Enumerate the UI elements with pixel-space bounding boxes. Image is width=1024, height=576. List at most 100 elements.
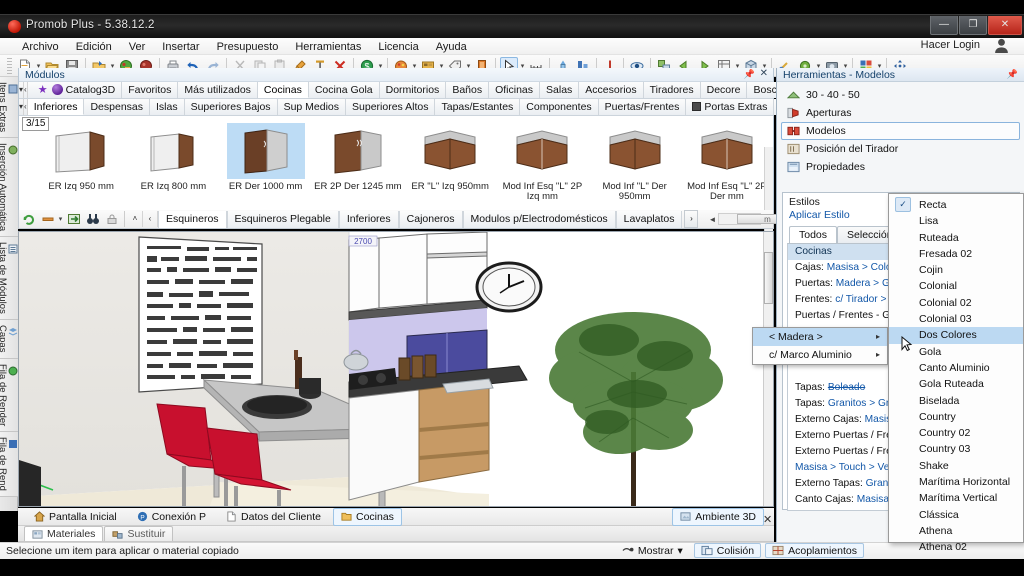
pin-icon[interactable]: 📌 (1007, 69, 1018, 80)
style-item-gola-ruteada[interactable]: Gola Ruteada (889, 376, 1023, 392)
style-item-dos-colores[interactable]: Dos Colores (889, 327, 1023, 343)
category-tab-cocinas[interactable]: Cocinas (258, 82, 309, 98)
close-document-icon[interactable]: ✕ (763, 513, 772, 526)
subcategory-tab-sup-medios[interactable]: Sup Medios (278, 99, 346, 115)
style-item-country[interactable]: Country (889, 409, 1023, 425)
category-tab-banos[interactable]: Baños (446, 82, 489, 98)
estilos-row-value[interactable]: Boleado (828, 382, 865, 393)
style-item-athena-02[interactable]: Athena 02 (889, 539, 1023, 555)
subcategory-tab-tapas-estantes[interactable]: Tapas/Estantes (435, 99, 520, 115)
context-menu-item-madera[interactable]: < Madera > ▸ (753, 328, 887, 346)
style-item-canto-aluminio[interactable]: Canto Aluminio (889, 360, 1023, 376)
subcategory-tab-puertas-frentes[interactable]: Puertas/Frentes (599, 99, 687, 115)
doc-tab-conexion-p[interactable]: P Conexión P (129, 508, 214, 526)
module-thumbnail[interactable]: ER Izq 800 mm (127, 116, 219, 211)
estilos-row-value[interactable]: Masisa > Touch > Verti (795, 462, 898, 473)
category-tab-decore[interactable]: Decore (701, 82, 748, 98)
style-item-country-03[interactable]: Country 03 (889, 441, 1023, 457)
subtabs-up-arrow[interactable]: ˄ (128, 211, 143, 227)
subcategory-tab-superiores-bajos[interactable]: Superiores Bajos (185, 99, 278, 115)
menu-item-archivo[interactable]: Archivo (14, 39, 67, 55)
sidebar-item-itens-extras[interactable]: Itens Extras (0, 77, 18, 138)
module-thumbnail-selected[interactable]: ER Der 1000 mm (220, 116, 312, 211)
viewport-scroll-thumb[interactable] (764, 252, 773, 304)
toolbar-grip[interactable] (7, 58, 12, 74)
subtab-esquineros[interactable]: Esquineros (158, 211, 227, 228)
sidebar-item-capas[interactable]: Capas (0, 320, 18, 358)
menu-item-presupuesto[interactable]: Presupuesto (209, 39, 287, 55)
subtabs-horizontal-scrollbar[interactable]: ◄ m ► (706, 213, 773, 226)
estilos-tab-todos[interactable]: Todos (789, 226, 837, 243)
module-thumbnail[interactable]: Mod Inf Esq "L" 2P Der mm (681, 116, 773, 211)
login-label[interactable]: Hacer Login (921, 39, 980, 51)
maximize-button[interactable]: ❐ (959, 16, 987, 35)
subtab-inferiores[interactable]: Inferiores (339, 211, 399, 228)
lock-icon[interactable] (103, 211, 120, 228)
menu-item-licencia[interactable]: Licencia (370, 39, 426, 55)
style-item-cojin[interactable]: Cojin (889, 262, 1023, 278)
sidebar-item-lista-de-modulos[interactable]: Lista de Módulos (0, 237, 18, 320)
subcategory-tab-superiores-altos[interactable]: Superiores Altos (346, 99, 435, 115)
category-tab-tiradores[interactable]: Tiradores (644, 82, 701, 98)
hscroll-track[interactable]: m (718, 213, 761, 225)
style-item-athena[interactable]: Athena (889, 523, 1023, 539)
estilos-row-value[interactable]: Granitos > Gris (828, 398, 897, 409)
mostrar-dropdown-arrow[interactable]: ▾ (677, 544, 682, 558)
sidebar-item-insercion-automatica[interactable]: Inserción Automática (0, 138, 18, 237)
subtabs-next-arrow[interactable]: › (684, 210, 698, 228)
style-item-ruteada[interactable]: Ruteada (889, 230, 1023, 246)
doc-tab-datos-del-cliente[interactable]: Datos del Cliente (218, 508, 329, 526)
subtab-lavaplatos[interactable]: Lavaplatos (616, 211, 683, 228)
style-item-colonial-03[interactable]: Colonial 03 (889, 311, 1023, 327)
measure-icon[interactable] (39, 211, 56, 228)
category-tab-accesorios[interactable]: Accesorios (579, 82, 643, 98)
style-item-biselada[interactable]: Biselada (889, 393, 1023, 409)
menu-item-insertar[interactable]: Insertar (154, 39, 207, 55)
user-avatar-icon[interactable] (993, 37, 1010, 54)
category-tab-oficinas[interactable]: Oficinas (489, 82, 540, 98)
module-thumbnail[interactable]: ER 2P Der 1245 mm (312, 116, 404, 211)
style-item-classica[interactable]: Clássica (889, 507, 1023, 523)
menu-item-edicion[interactable]: Edición (68, 39, 120, 55)
close-icon[interactable]: ✕ (760, 68, 768, 79)
tools-item-modelos[interactable]: Modelos (781, 122, 1020, 140)
style-item-fresada-02[interactable]: Fresada 02 (889, 246, 1023, 262)
style-item-lisa[interactable]: Lisa (889, 213, 1023, 229)
favorite-star-icon[interactable]: ★ (34, 84, 52, 96)
tools-item-30-40-50[interactable]: 30 - 40 - 50 (781, 86, 1020, 104)
style-item-colonial-02[interactable]: Colonial 02 (889, 295, 1023, 311)
module-thumbnail[interactable]: Mod Inf "L" Der 950mm (589, 116, 681, 211)
hscroll-left-arrow[interactable]: ◄ (706, 215, 718, 224)
measure-dropdown-arrow[interactable]: ▾ (57, 215, 64, 223)
category-tab-salas[interactable]: Salas (540, 82, 579, 98)
context-menu-item-marco-aluminio[interactable]: c/ Marco Aluminio ▸ (753, 346, 887, 364)
minimize-button[interactable]: — (930, 16, 958, 35)
subcategory-tab-portas-extras[interactable]: Portas Extras (686, 99, 774, 115)
subcategory-tab-componentes[interactable]: Componentes (520, 99, 598, 115)
category-tab-cocina-gola[interactable]: Cocina Gola (309, 82, 380, 98)
subtab-esquineros-plegable[interactable]: Esquineros Plegable (227, 211, 339, 228)
tools-item-posicion-del-tirador[interactable]: Posición del Tirador (781, 140, 1020, 158)
category-tab-dormitorios[interactable]: Dormitorios (380, 82, 447, 98)
colision-button[interactable]: Colisión (694, 543, 761, 558)
mat-tab-materiales[interactable]: Materiales (24, 526, 103, 541)
style-item-country-02[interactable]: Country 02 (889, 425, 1023, 441)
mostrar-button[interactable]: Mostrar ▾ (615, 543, 690, 558)
menu-item-ayuda[interactable]: Ayuda (428, 39, 475, 55)
acoplamientos-button[interactable]: Acoplamientos (765, 543, 864, 558)
viewport-3d-kitchen-scene[interactable]: 2700 (18, 231, 774, 507)
refresh-green-icon[interactable] (20, 211, 37, 228)
catalog3d-tab[interactable]: ★Catalog3D (28, 82, 123, 98)
menu-item-ver[interactable]: Ver (121, 39, 154, 55)
category-tab-mas-utilizados[interactable]: Más utilizados (178, 82, 258, 98)
subcategory-tab-inferiores[interactable]: Inferiores (28, 99, 85, 115)
style-item-recta[interactable]: ✓ Recta (889, 197, 1023, 213)
style-item-shake[interactable]: Shake (889, 458, 1023, 474)
style-item-maritima-horizontal[interactable]: Marítima Horizontal (889, 474, 1023, 490)
sidebar-item-fila-de-render-2[interactable]: Fila de Rend (0, 432, 18, 497)
style-item-gola[interactable]: Gola (889, 344, 1023, 360)
module-thumbnail[interactable]: ER "L" Izq 950mm (404, 116, 496, 211)
subcategory-tab-despensas[interactable]: Despensas (84, 99, 150, 115)
category-tab-favoritos[interactable]: Favoritos (122, 82, 178, 98)
subtab-cajoneros[interactable]: Cajoneros (399, 211, 463, 228)
